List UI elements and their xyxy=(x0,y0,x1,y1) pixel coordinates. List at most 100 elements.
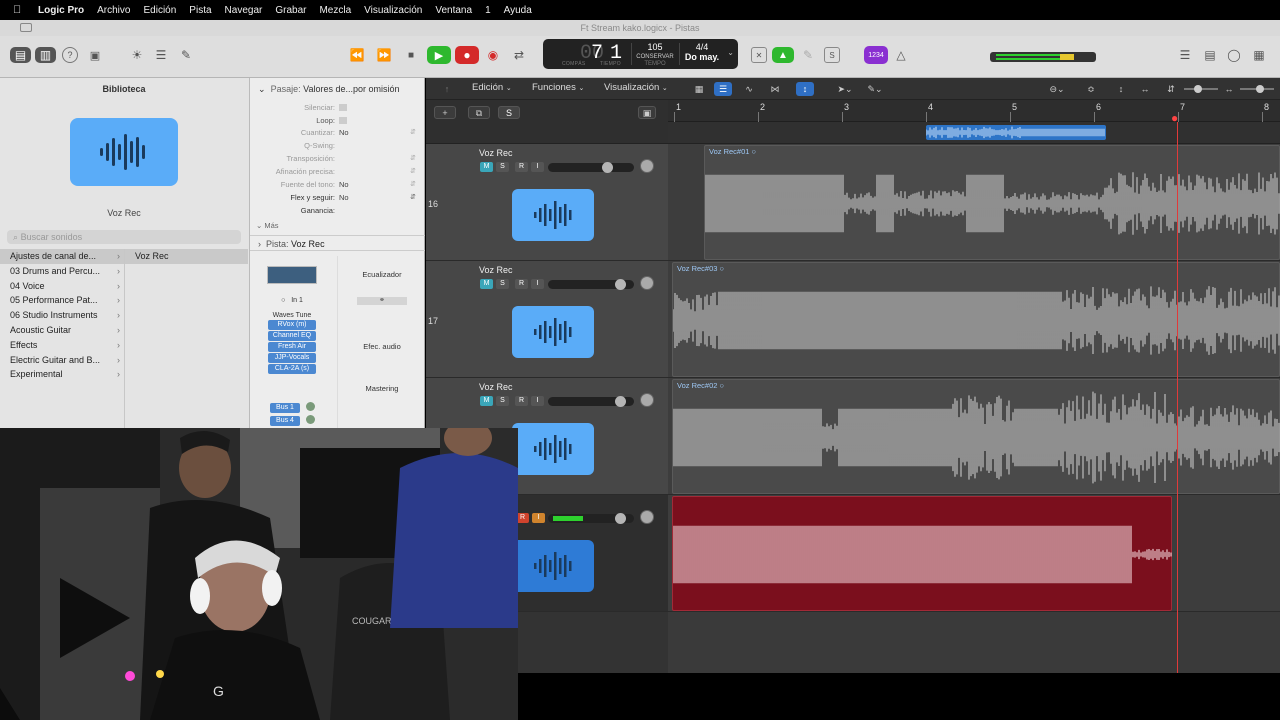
input-monitor-button[interactable]: I xyxy=(531,162,544,172)
waveform-zoom-icon[interactable]: ≎ xyxy=(1082,82,1100,96)
volume-fader[interactable] xyxy=(548,279,634,290)
track-lane[interactable] xyxy=(668,495,1280,612)
cycle-region-preview[interactable] xyxy=(926,125,1106,140)
toolbar-icon[interactable]: ▣ xyxy=(86,47,104,63)
track-lane[interactable]: Voz Rec#02 ○ xyxy=(668,378,1280,495)
input-monitor-button[interactable]: I xyxy=(531,279,544,289)
audio-fx-label[interactable]: Efec. audio xyxy=(354,342,410,351)
volume-fader[interactable] xyxy=(548,162,634,173)
track-name[interactable]: Voz Rec xyxy=(479,382,513,392)
library-category[interactable]: Acoustic Guitar › xyxy=(0,323,124,338)
library-category[interactable]: Effects › xyxy=(0,338,124,353)
menu-visualizacion-local[interactable]: Visualización ⌄ xyxy=(604,82,668,93)
volume-fader[interactable] xyxy=(548,396,634,407)
fader-knob[interactable] xyxy=(615,279,626,290)
grid-icon[interactable]: ▦ xyxy=(690,82,708,96)
record-enable-button[interactable]: R xyxy=(515,396,528,406)
inspector-row-quantize[interactable]: Cuantizar: No ⇵ xyxy=(250,128,425,140)
menu-1[interactable]: 1 xyxy=(485,5,491,16)
inspector-row-qswing[interactable]: Q-Swing: xyxy=(250,141,425,153)
play-button[interactable]: ▶ xyxy=(427,46,451,64)
solo-mode-icon[interactable]: S xyxy=(824,47,840,63)
library-category[interactable]: 03 Drums and Percu... › xyxy=(0,264,124,279)
inspector-row-mute[interactable]: Silenciar: xyxy=(250,103,425,115)
library-toggle-icon[interactable]: ▤ xyxy=(10,47,31,63)
list-editors-icon[interactable]: ☰ xyxy=(1176,47,1194,63)
library-category[interactable]: 05 Performance Pat... › xyxy=(0,293,124,308)
pan-knob[interactable] xyxy=(640,393,654,407)
lcd-display[interactable]: 00 7 1 COMPÁS TIEMPO 105 CONSERVAR TEMPO… xyxy=(543,39,738,69)
global-solo-button[interactable]: S xyxy=(498,106,520,119)
input-monitor-button[interactable]: I xyxy=(532,513,545,523)
menu-edicion-local[interactable]: Edición ⌄ xyxy=(472,82,512,93)
lcd-menu-chevron-icon[interactable]: ⌄ xyxy=(727,48,734,57)
help-icon[interactable]: ? xyxy=(62,47,78,63)
menu-grabar[interactable]: Grabar xyxy=(275,5,306,16)
fast-forward-icon[interactable]: ⏩ xyxy=(373,47,395,63)
vertical-zoom-icon[interactable]: ↕ xyxy=(1112,82,1130,96)
mixer-icon[interactable]: ☰ xyxy=(152,47,170,63)
horizontal-zoom-icon[interactable]: ↔ xyxy=(1136,82,1154,96)
library-category[interactable]: Experimental › xyxy=(0,367,124,382)
pointer-tool-icon[interactable]: ➤⌄ xyxy=(832,82,858,96)
track-header[interactable]: 16 Voz Rec M S R I xyxy=(426,144,668,261)
menu-funciones[interactable]: Funciones ⌄ xyxy=(532,82,584,93)
menu-ayuda[interactable]: Ayuda xyxy=(504,5,532,16)
menu-archivo[interactable]: Archivo xyxy=(97,5,130,16)
track-name[interactable]: Voz Rec xyxy=(479,265,513,275)
mastering-label[interactable]: Mastering xyxy=(354,384,410,393)
send-slot[interactable]: Bus 4 xyxy=(270,416,300,426)
audio-region[interactable]: Voz Rec#03 ○ xyxy=(672,262,1280,377)
inspector-toggle-icon[interactable]: ▥ xyxy=(35,47,56,63)
loop-checkbox[interactable] xyxy=(339,117,347,124)
metronome-button[interactable]: ▲ xyxy=(772,47,794,63)
snap-icon[interactable]: ↕ xyxy=(796,82,814,96)
inspector-row-flex[interactable]: Flex y seguir: No ⇵ xyxy=(250,193,425,205)
rewind-icon[interactable]: ⏪ xyxy=(346,47,368,63)
inspector-row-transpose[interactable]: Transposición: ⇵ xyxy=(250,154,425,166)
editors-icon[interactable]: ✎ xyxy=(177,47,195,63)
loop-browser-icon[interactable]: ◯ xyxy=(1225,47,1243,63)
audio-region[interactable]: Voz Rec#01 ○ xyxy=(704,145,1280,260)
pan-knob[interactable] xyxy=(640,510,654,524)
library-patch-selected[interactable]: Voz Rec xyxy=(125,249,248,264)
audio-region[interactable]: Voz Rec#02 ○ xyxy=(672,379,1280,494)
library-category[interactable]: 04 Voice › xyxy=(0,279,124,294)
inspector-more[interactable]: ⌄ Más xyxy=(256,221,279,230)
tuner-icon[interactable]: ✕ xyxy=(751,47,767,63)
menu-mezcla[interactable]: Mezcla xyxy=(319,5,351,16)
inspector-row-loop[interactable]: Loop: xyxy=(250,116,425,128)
zoom-minus-icon[interactable]: ⊖⌄ xyxy=(1044,82,1070,96)
volume-fader[interactable] xyxy=(548,513,634,524)
menu-logic-pro[interactable]: Logic Pro xyxy=(38,5,84,16)
inspector-row-pitch-source[interactable]: Fuente del tono: No ⇵ xyxy=(250,180,425,192)
plugin-slot[interactable]: RVox (m) xyxy=(268,320,316,330)
library-category[interactable]: 06 Studio Instruments › xyxy=(0,308,124,323)
sidebar-toggle-icon[interactable] xyxy=(20,23,32,32)
horizontal-zoom-slider[interactable] xyxy=(1240,85,1274,93)
plugin-slot[interactable]: Channel EQ xyxy=(268,331,316,341)
mute-button[interactable]: M xyxy=(480,162,493,172)
playhead[interactable] xyxy=(1177,122,1178,673)
apple-icon[interactable]:  xyxy=(13,4,27,16)
vertical-zoom-slider[interactable] xyxy=(1184,85,1218,93)
region-inspector-header[interactable]: ⌄ Pasaje: Valores de...por omisión xyxy=(250,82,425,96)
pan-knob[interactable] xyxy=(640,159,654,173)
lcd-tempo[interactable]: 105 CONSERVAR TEMPO xyxy=(635,42,675,67)
record-button[interactable]: ● xyxy=(455,46,479,64)
catch-icon[interactable]: ↑ xyxy=(438,82,456,96)
automation-icon[interactable]: ∿ xyxy=(740,82,758,96)
notepad-icon[interactable]: ▤ xyxy=(1201,47,1219,63)
pencil-tool-icon[interactable]: ✎⌄ xyxy=(862,82,888,96)
ruler[interactable]: 1 2 3 4 5 6 7 8 xyxy=(668,100,1280,122)
record-enable-button[interactable]: R xyxy=(515,162,528,172)
list-view-icon[interactable]: ☰ xyxy=(714,82,732,96)
menu-visualizacion[interactable]: Visualización xyxy=(364,5,422,16)
inspector-row-gain[interactable]: Ganancia: xyxy=(250,206,425,218)
menu-ventana[interactable]: Ventana xyxy=(435,5,472,16)
mute-button[interactable]: M xyxy=(480,279,493,289)
brightness-icon[interactable]: ☀ xyxy=(128,47,146,63)
library-search-input[interactable]: ⌕ Buscar sonidos xyxy=(7,230,241,244)
track-inspector-header[interactable]: › Pista: Voz Rec xyxy=(250,235,425,251)
menu-edicion[interactable]: Edición xyxy=(143,5,176,16)
